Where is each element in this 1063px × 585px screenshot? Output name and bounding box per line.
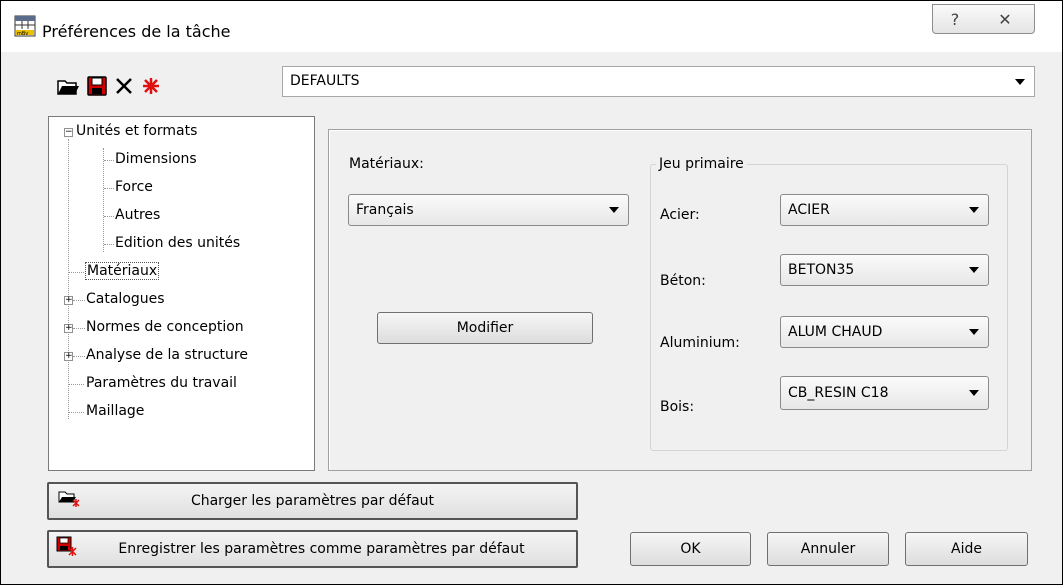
primary-set-title: Jeu primaire xyxy=(656,156,747,172)
expand-icon[interactable]: + xyxy=(64,352,73,361)
wood-select[interactable]: CB_RESIN C18 xyxy=(780,376,989,410)
question-icon: ? xyxy=(950,9,960,29)
ok-button[interactable]: OK xyxy=(630,532,751,566)
steel-label: Acier: xyxy=(660,207,700,223)
aluminium-value: ALUM CHAUD xyxy=(788,324,883,340)
tree-item-units-formats[interactable]: Unités et formats xyxy=(76,123,197,139)
tree-item-structure-analysis[interactable]: Analyse de la structure xyxy=(86,347,248,363)
tree-item-meshing[interactable]: Maillage xyxy=(86,403,144,419)
delete-x-icon[interactable] xyxy=(112,74,136,98)
preferences-tree: − Unités et formats Dimensions Force Aut… xyxy=(48,116,315,471)
expand-icon[interactable]: + xyxy=(64,324,73,333)
tree-item-dimensions[interactable]: Dimensions xyxy=(115,151,197,167)
chevron-down-icon xyxy=(969,267,979,273)
window-title: Préférences de la tâche xyxy=(42,22,231,41)
steel-select[interactable]: ACIER xyxy=(780,194,989,226)
save-disk-icon[interactable] xyxy=(85,74,109,98)
tree-item-unit-editing[interactable]: Edition des unités xyxy=(115,235,240,251)
profile-select[interactable]: DEFAULTS xyxy=(282,66,1035,97)
concrete-select[interactable]: BETON35 xyxy=(780,254,989,286)
title-bar: mBv Préférences de la tâche ? ✕ xyxy=(1,1,1062,52)
modify-button[interactable]: Modifier xyxy=(377,312,593,344)
aluminium-select[interactable]: ALUM CHAUD xyxy=(780,316,989,348)
chevron-down-icon xyxy=(609,207,619,213)
tree-item-catalogs[interactable]: Catalogues xyxy=(86,291,165,307)
tree-item-force[interactable]: Force xyxy=(115,179,153,195)
close-button[interactable]: ✕ xyxy=(976,4,1035,34)
load-defaults-icon xyxy=(58,491,80,507)
profile-select-value: DEFAULTS xyxy=(290,73,360,89)
tree-item-design-codes[interactable]: Normes de conception xyxy=(86,319,244,335)
steel-value: ACIER xyxy=(788,202,830,218)
save-defaults-icon xyxy=(56,536,77,556)
expand-icon[interactable]: + xyxy=(64,296,73,305)
concrete-value: BETON35 xyxy=(788,262,855,278)
materials-database-select[interactable]: Français xyxy=(348,194,629,226)
help-button[interactable]: Aide xyxy=(905,532,1028,566)
open-folder-icon[interactable] xyxy=(56,74,80,98)
chevron-down-icon xyxy=(1015,78,1025,85)
tree-item-job-parameters[interactable]: Paramètres du travail xyxy=(86,375,237,391)
help-title-button[interactable]: ? xyxy=(932,4,978,34)
red-star-icon[interactable] xyxy=(139,74,163,98)
chevron-down-icon xyxy=(969,329,979,335)
load-defaults-button[interactable]: Charger les paramètres par défaut xyxy=(47,482,578,520)
load-defaults-label: Charger les paramètres par défaut xyxy=(190,493,435,509)
materials-database-value: Français xyxy=(356,202,414,218)
preferences-grid-icon: mBv xyxy=(14,15,36,37)
tree-item-materials[interactable]: Matériaux xyxy=(85,262,160,280)
materials-label: Matériaux: xyxy=(349,156,424,172)
concrete-label: Béton: xyxy=(660,273,706,289)
chevron-down-icon xyxy=(969,207,979,213)
tree-item-autres[interactable]: Autres xyxy=(115,207,160,223)
chevron-down-icon xyxy=(969,390,979,396)
cancel-button[interactable]: Annuler xyxy=(767,532,889,566)
save-defaults-label: Enregistrer les paramètres comme paramèt… xyxy=(118,541,525,557)
wood-value: CB_RESIN C18 xyxy=(788,385,889,401)
collapse-icon[interactable]: − xyxy=(64,128,73,137)
save-defaults-button[interactable]: Enregistrer les paramètres comme paramèt… xyxy=(47,530,578,568)
close-icon: ✕ xyxy=(998,9,1012,29)
svg-text:mBv: mBv xyxy=(17,31,28,37)
aluminium-label: Aluminium: xyxy=(660,335,740,351)
preferences-window: mBv Préférences de la tâche ? ✕ DEFAULTS xyxy=(0,0,1063,585)
wood-label: Bois: xyxy=(660,399,695,415)
